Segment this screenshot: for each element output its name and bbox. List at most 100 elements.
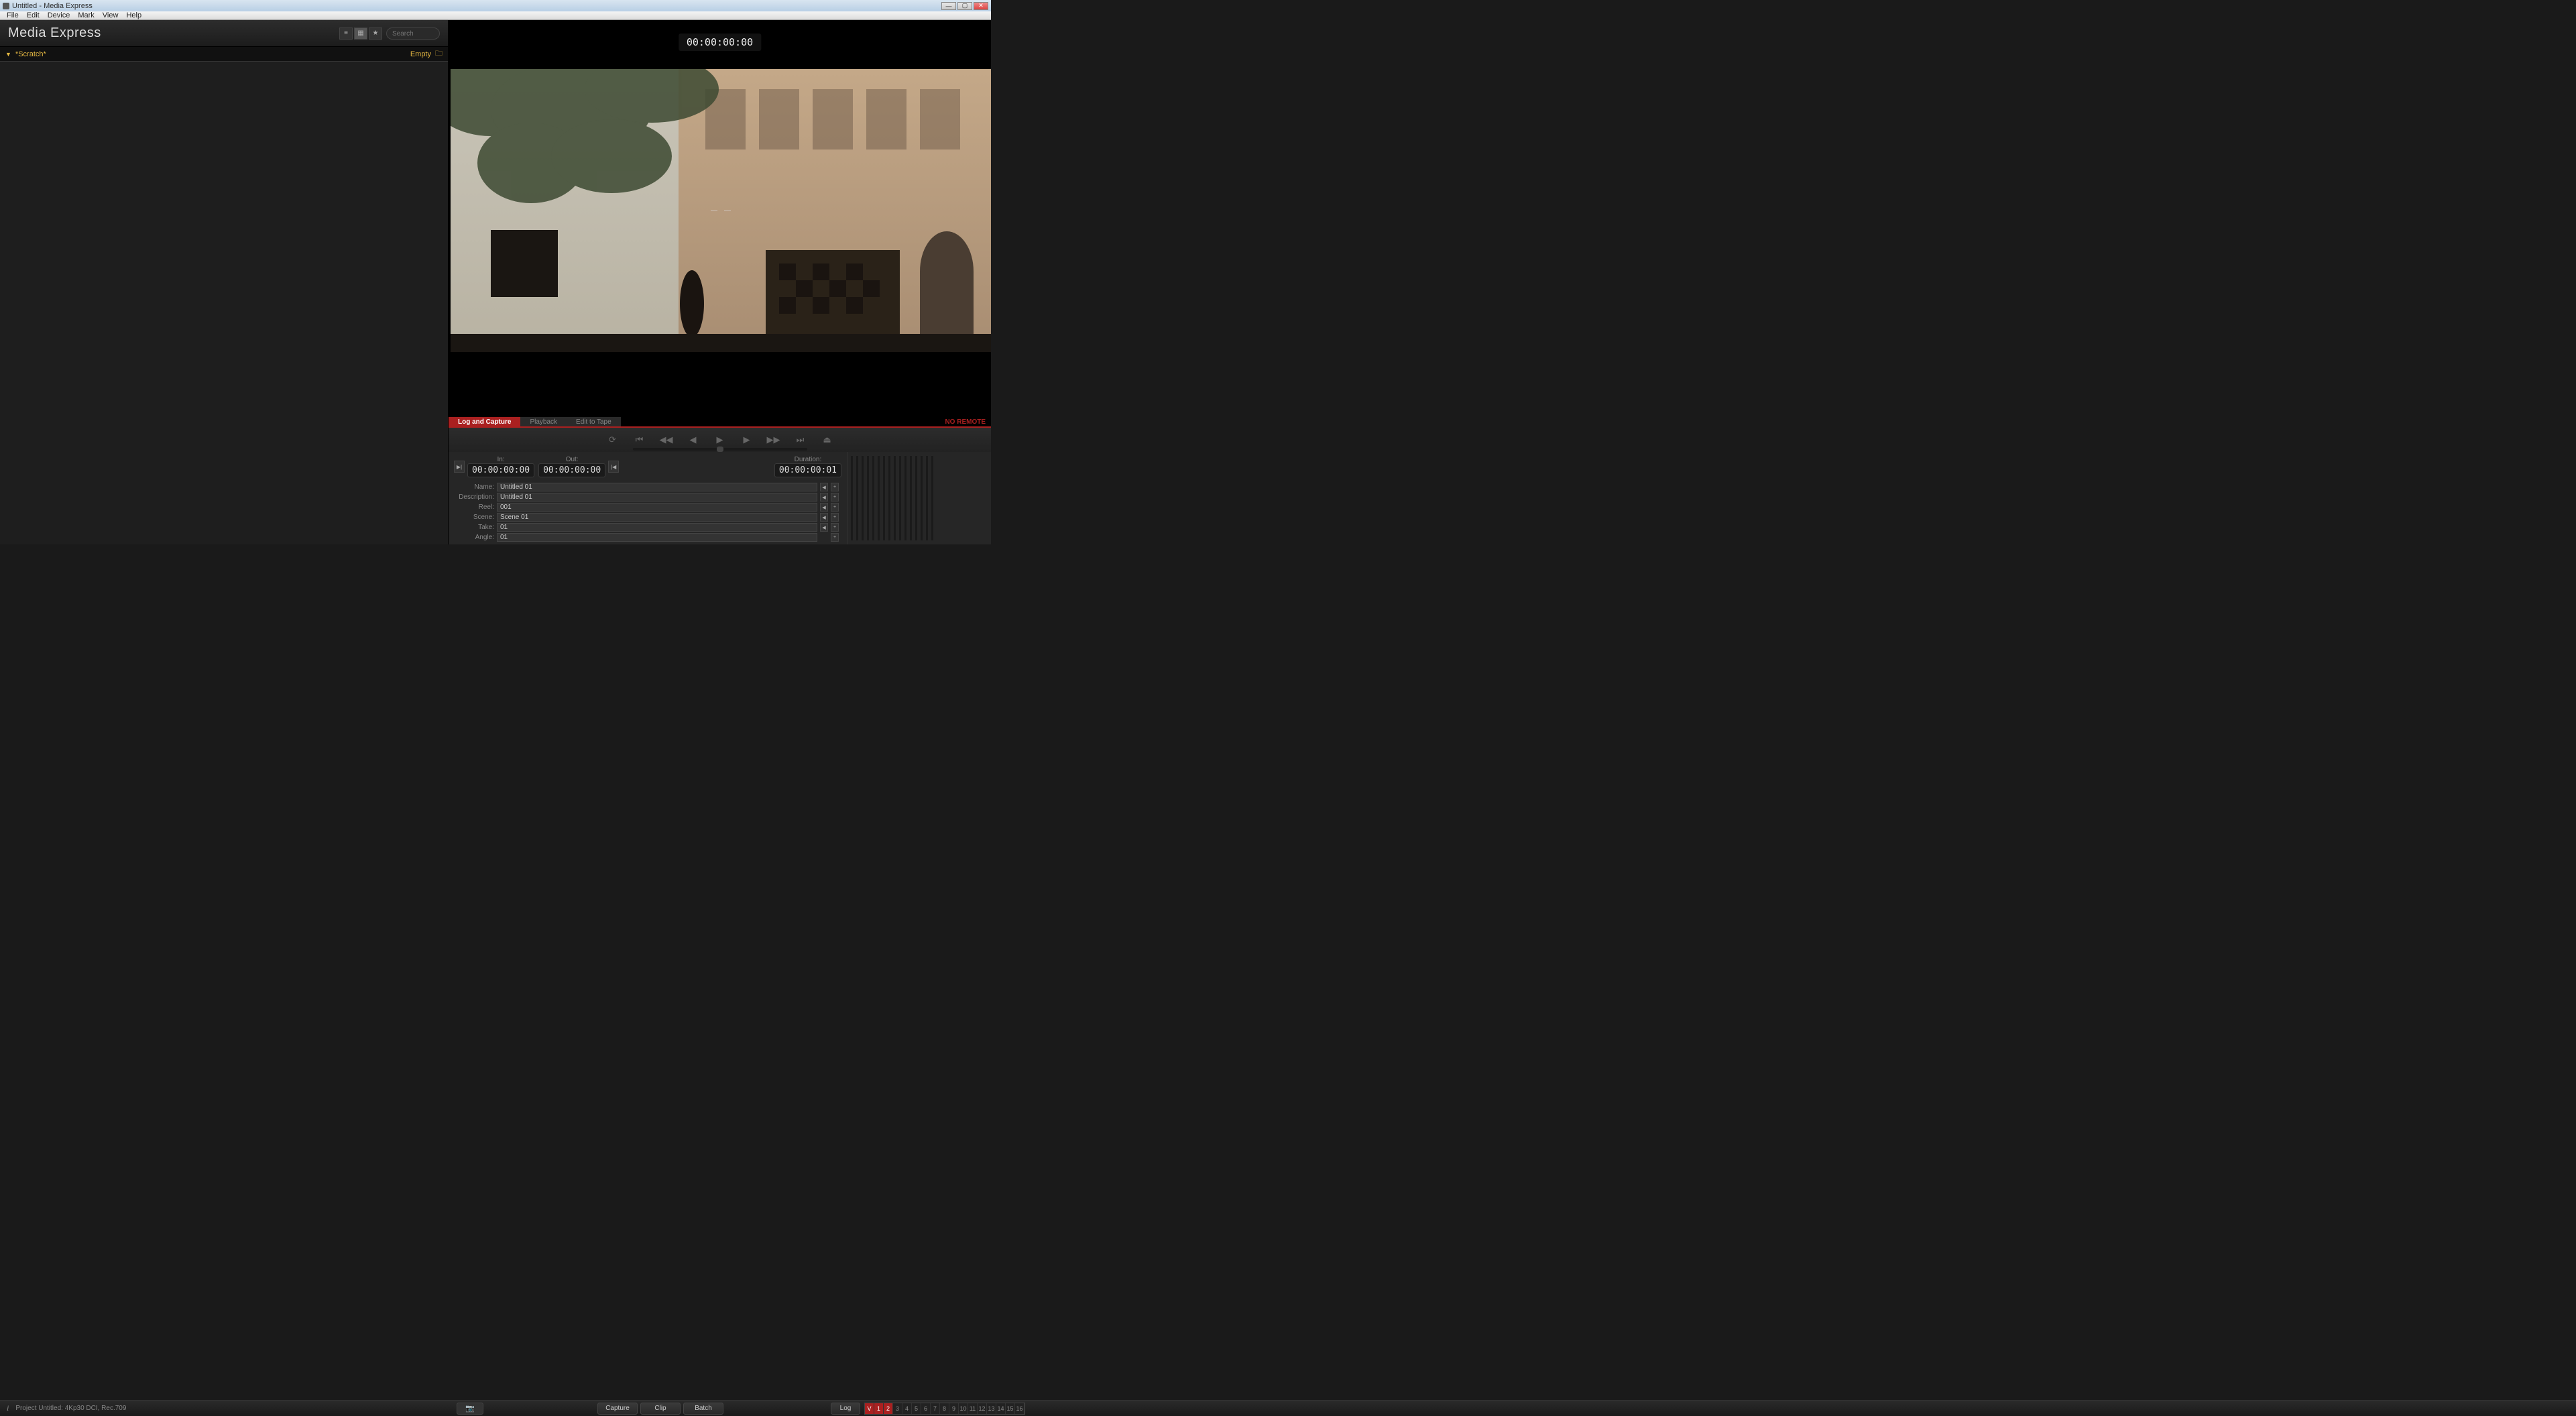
track-toggle-15[interactable]: 15 xyxy=(1006,1403,1015,1414)
track-toggle-16[interactable]: 16 xyxy=(1015,1403,1024,1414)
log-button[interactable]: Log xyxy=(831,1403,860,1415)
bin-panel: Media Express ≡ ▦ ★ ▼ *Scratch* Empty 🗀 xyxy=(0,20,449,544)
menu-help[interactable]: Help xyxy=(122,11,145,19)
track-toggle-1[interactable]: 1 xyxy=(874,1403,884,1414)
reel-field[interactable] xyxy=(497,503,817,512)
menu-mark[interactable]: Mark xyxy=(74,11,98,19)
minimize-button[interactable]: — xyxy=(941,2,956,10)
grid-view-button[interactable]: ▦ xyxy=(354,27,367,40)
reel-prev-button[interactable]: ◀ xyxy=(820,503,828,512)
close-button[interactable]: ✕ xyxy=(974,2,988,10)
tab-log-and-capture[interactable]: Log and Capture xyxy=(449,417,520,426)
eject-button[interactable]: ⏏ xyxy=(821,434,834,445)
clip-button[interactable]: Clip xyxy=(640,1403,681,1415)
log-fields: Name: ◀ + Description: ◀ + Reel: xyxy=(449,481,847,544)
play-button[interactable]: ▶ xyxy=(713,434,727,445)
take-prev-button[interactable]: ◀ xyxy=(820,523,828,532)
track-toggle-9[interactable]: 9 xyxy=(949,1403,959,1414)
out-timecode-field[interactable]: 00:00:00:00 xyxy=(538,463,605,477)
tab-playback[interactable]: Playback xyxy=(520,417,567,426)
name-prev-button[interactable]: ◀ xyxy=(820,483,828,491)
meter-channel xyxy=(872,456,874,540)
description-increment-button[interactable]: + xyxy=(831,493,839,501)
track-toggle-7[interactable]: 7 xyxy=(931,1403,940,1414)
track-toggle-4[interactable]: 4 xyxy=(902,1403,912,1414)
app-title: Media Express xyxy=(8,25,339,41)
meter-channel xyxy=(878,456,880,540)
scene-label: Scene: xyxy=(454,514,494,521)
take-increment-button[interactable]: + xyxy=(831,523,839,532)
bin-body[interactable] xyxy=(0,62,448,544)
description-field[interactable] xyxy=(497,493,817,501)
shuttle-slider[interactable] xyxy=(633,448,807,451)
track-toggle-8[interactable]: 8 xyxy=(940,1403,949,1414)
loop-button[interactable]: ⟳ xyxy=(606,434,620,445)
meter-channel xyxy=(899,456,901,540)
batch-button[interactable]: Batch xyxy=(683,1403,723,1415)
scene-prev-button[interactable]: ◀ xyxy=(820,513,828,522)
shuttle-handle[interactable] xyxy=(717,447,723,452)
track-toggle-V[interactable]: V xyxy=(865,1403,874,1414)
angle-field[interactable] xyxy=(497,533,817,542)
video-preview[interactable] xyxy=(451,69,991,352)
meter-channel xyxy=(888,456,890,540)
bin-name: *Scratch* xyxy=(15,50,410,58)
menu-file[interactable]: File xyxy=(3,11,23,19)
duration-timecode-field[interactable]: 00:00:00:01 xyxy=(774,463,841,477)
track-toggle-12[interactable]: 12 xyxy=(978,1403,987,1414)
info-icon[interactable]: i xyxy=(7,1403,9,1413)
reel-label: Reel: xyxy=(454,504,494,511)
skip-back-button[interactable]: ⏮ xyxy=(633,434,646,445)
snapshot-button[interactable]: 📷 xyxy=(457,1403,483,1415)
scene-field[interactable] xyxy=(497,513,817,522)
disclosure-triangle-icon[interactable]: ▼ xyxy=(5,51,11,58)
reel-increment-button[interactable]: + xyxy=(831,503,839,512)
angle-label: Angle: xyxy=(454,534,494,541)
camera-icon: 📷 xyxy=(465,1404,475,1413)
track-toggle-10[interactable]: 10 xyxy=(959,1403,968,1414)
tab-edit-to-tape[interactable]: Edit to Tape xyxy=(567,417,621,426)
track-toggle-3[interactable]: 3 xyxy=(893,1403,902,1414)
favorites-view-button[interactable]: ★ xyxy=(369,27,382,40)
mark-out-button[interactable]: |◀ xyxy=(608,461,619,473)
description-prev-button[interactable]: ◀ xyxy=(820,493,828,501)
fast-forward-button[interactable]: ▶▶ xyxy=(767,434,780,445)
meter-channel xyxy=(931,456,933,540)
name-field[interactable] xyxy=(497,483,817,491)
take-field[interactable] xyxy=(497,523,817,532)
bin-row[interactable]: ▼ *Scratch* Empty 🗀 xyxy=(0,47,448,62)
menu-view[interactable]: View xyxy=(99,11,123,19)
track-toggle-11[interactable]: 11 xyxy=(968,1403,978,1414)
track-toggle-5[interactable]: 5 xyxy=(912,1403,921,1414)
menu-device[interactable]: Device xyxy=(44,11,74,19)
in-timecode-field[interactable]: 00:00:00:00 xyxy=(467,463,534,477)
take-label: Take: xyxy=(454,524,494,531)
scene-increment-button[interactable]: + xyxy=(831,513,839,522)
angle-increment-button[interactable]: + xyxy=(831,533,839,542)
bin-header: Media Express ≡ ▦ ★ xyxy=(0,20,448,47)
track-toggle-13[interactable]: 13 xyxy=(987,1403,996,1414)
mark-in-button[interactable]: ▶| xyxy=(454,461,465,473)
maximize-button[interactable]: ▢ xyxy=(957,2,972,10)
step-forward-button[interactable]: ▶ xyxy=(740,434,754,445)
project-info: Project Untitled: 4Kp30 DCI, Rec.709 xyxy=(15,1405,126,1412)
menu-edit[interactable]: Edit xyxy=(23,11,44,19)
track-toggle-14[interactable]: 14 xyxy=(996,1403,1006,1414)
out-label: Out: xyxy=(566,456,579,463)
list-view-button[interactable]: ≡ xyxy=(339,27,353,40)
skip-forward-button[interactable]: ⏭ xyxy=(794,434,807,445)
search-box[interactable] xyxy=(386,27,440,40)
mode-tabs: Log and Capture Playback Edit to Tape NO… xyxy=(449,417,991,428)
status-bar-left: i Project Untitled: 4Kp30 DCI, Rec.709 xyxy=(0,1400,449,1416)
search-input[interactable] xyxy=(392,30,434,38)
capture-button[interactable]: Capture xyxy=(597,1403,638,1415)
meter-channel xyxy=(904,456,906,540)
step-back-button[interactable]: ◀ xyxy=(687,434,700,445)
track-toggle-6[interactable]: 6 xyxy=(921,1403,931,1414)
meter-channel xyxy=(926,456,928,540)
meter-channel xyxy=(894,456,896,540)
track-toggle-2[interactable]: 2 xyxy=(884,1403,893,1414)
duration-label: Duration: xyxy=(795,456,822,463)
name-increment-button[interactable]: + xyxy=(831,483,839,491)
rewind-button[interactable]: ◀◀ xyxy=(660,434,673,445)
